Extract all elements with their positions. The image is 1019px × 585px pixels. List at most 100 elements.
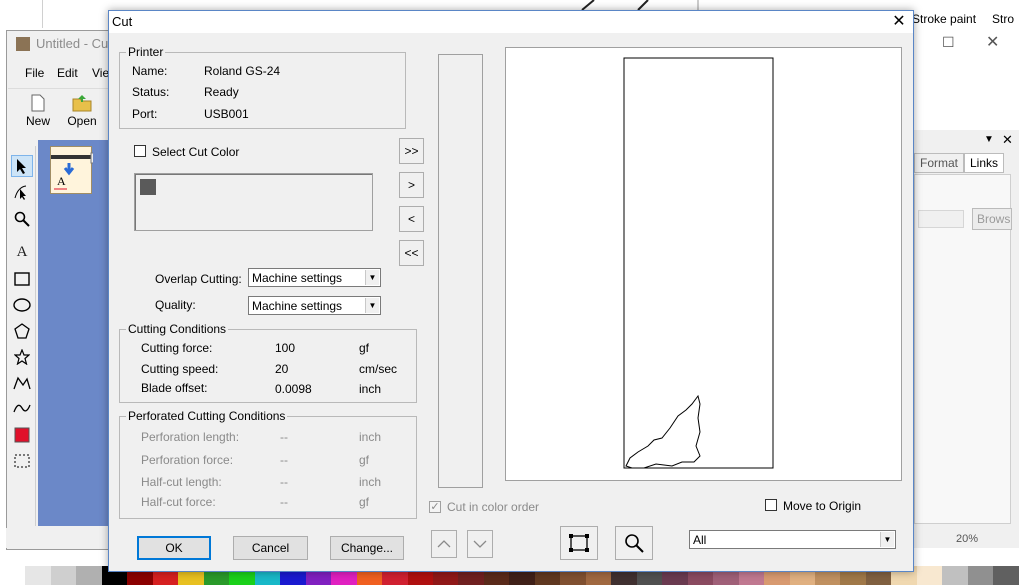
blade-offset-label: Blade offset: [141,381,208,395]
toolbar-new-label: New [25,114,50,128]
rectangle-icon[interactable] [11,268,33,290]
dialog-close-icon[interactable]: ✕ [888,12,910,32]
move-all-right-button[interactable]: >> [399,138,424,164]
menu-file[interactable]: File [25,66,44,80]
cutting-speed-unit: cm/sec [359,362,398,376]
move-left-button[interactable]: < [399,206,424,232]
perforation-length-unit: inch [359,430,382,444]
half-cut-force-unit: gf [359,495,370,509]
curve-icon[interactable] [11,397,33,419]
fit-page-icon [569,534,589,552]
menu-edit[interactable]: Edit [57,66,78,80]
browse-button[interactable]: Brows [972,208,1012,230]
magnifier-icon [625,534,644,553]
cutting-speed-value: 20 [275,362,289,376]
move-all-left-button[interactable]: << [399,240,424,266]
media-outline [623,57,774,469]
cancel-button[interactable]: Cancel [233,536,308,560]
move-to-origin-label[interactable]: Move to Origin [783,499,861,513]
cut-in-color-order-label[interactable]: Cut in color order [447,500,539,514]
quality-value: Machine settings [252,299,343,313]
cut-preview[interactable] [505,47,902,481]
chevron-up-icon [437,540,451,548]
select-arrow-icon[interactable] [11,155,33,177]
toolbar-new-button[interactable]: New [18,92,58,130]
move-right-button[interactable]: > [399,172,424,198]
toolbar-open-label: Open [67,114,97,128]
menu-view[interactable]: Vie [92,66,109,80]
half-cut-length-label: Half-cut length: [141,475,222,489]
canvas-document-thumbnail: A [50,146,98,194]
perforation-force-unit: gf [359,453,370,467]
right-statusbar: 20% [912,530,1019,548]
overlap-cutting-select[interactable]: Machine settings ▼ [248,268,381,287]
polygon-icon[interactable] [11,320,33,342]
chevron-down-icon [473,540,487,548]
app-canvas[interactable] [38,140,110,526]
tab-format[interactable]: Format [914,153,965,173]
printer-port-label: Port: [132,107,158,121]
perforation-length-value: -- [280,430,288,444]
stroke-paint-label[interactable]: Stroke paint [912,12,976,26]
toolbar-open-button[interactable]: Open [62,92,102,130]
page-filter-value: All [693,533,707,547]
stro-label[interactable]: Stro [992,12,1014,26]
quality-select[interactable]: Machine settings ▼ [248,296,381,315]
cutting-force-unit: gf [359,341,370,355]
fit-to-media-button[interactable] [560,526,598,560]
chevron-down-icon[interactable]: ▼ [365,298,379,313]
move-down-button[interactable] [467,530,493,558]
cut-color-list[interactable] [134,173,373,231]
checkmark-icon: ✓ [430,501,440,513]
dialog-title: Cut [112,14,133,29]
perforation-force-label: Perforation force: [141,453,234,467]
printer-name-label: Name: [132,64,168,78]
cut-in-color-order-checkbox[interactable]: ✓ [429,501,441,513]
change-button[interactable]: Change... [330,536,404,560]
fill-color-icon[interactable] [11,424,33,446]
select-cut-color-checkbox[interactable] [134,145,146,157]
new-document-icon [31,94,45,112]
cut-order-list[interactable] [438,54,483,488]
printer-status-value: Ready [204,85,239,99]
zoom-preview-button[interactable] [615,526,653,560]
polyline-icon[interactable] [11,372,33,394]
perforation-length-label: Perforation length: [141,430,240,444]
select-cut-color-label[interactable]: Select Cut Color [152,145,239,159]
star-icon[interactable] [11,346,33,368]
chevron-down-icon[interactable]: ▼ [880,532,894,547]
dialog-titlebar [109,11,913,33]
docker-menu-icon[interactable]: ▼ [984,134,994,145]
cutting-conditions-label: Cutting Conditions [126,322,229,336]
move-to-origin-checkbox[interactable] [765,499,777,511]
link-path-field[interactable] [918,210,964,228]
preview-canvas [623,57,774,469]
overlap-cutting-label: Overlap Cutting: [155,272,242,286]
blade-offset-value: 0.0098 [275,382,312,396]
printer-name-value: Roland GS-24 [204,64,281,78]
half-cut-force-value: -- [280,495,288,509]
cutting-force-label: Cutting force: [141,341,213,355]
node-edit-icon[interactable] [11,181,33,203]
move-up-button[interactable] [431,530,457,558]
ok-button[interactable]: OK [137,536,211,560]
chevron-down-icon[interactable]: ▼ [365,270,379,285]
marquee-icon[interactable] [11,450,33,472]
page-filter-select[interactable]: All ▼ [689,530,896,549]
docker-close-icon[interactable]: ✕ [1002,132,1013,148]
tab-links[interactable]: Links [964,153,1005,173]
right-window-titlebar: ☐ ✕ [912,30,1019,58]
svg-text:A: A [57,174,66,188]
perforated-group-label: Perforated Cutting Conditions [126,409,288,423]
maximize-icon[interactable]: ☐ [942,34,955,51]
cutting-force-value: 100 [275,341,296,355]
ellipse-icon[interactable] [11,294,33,316]
cut-color-swatch[interactable] [140,179,156,195]
half-cut-length-unit: inch [359,475,382,489]
text-icon[interactable]: A [11,241,33,263]
background-divider [42,0,43,28]
close-icon[interactable]: ✕ [986,32,999,52]
overlap-cutting-value: Machine settings [252,271,343,285]
zoom-icon[interactable] [11,208,33,230]
right-toolbar-strip: Stroke paint Stro [906,10,1019,30]
